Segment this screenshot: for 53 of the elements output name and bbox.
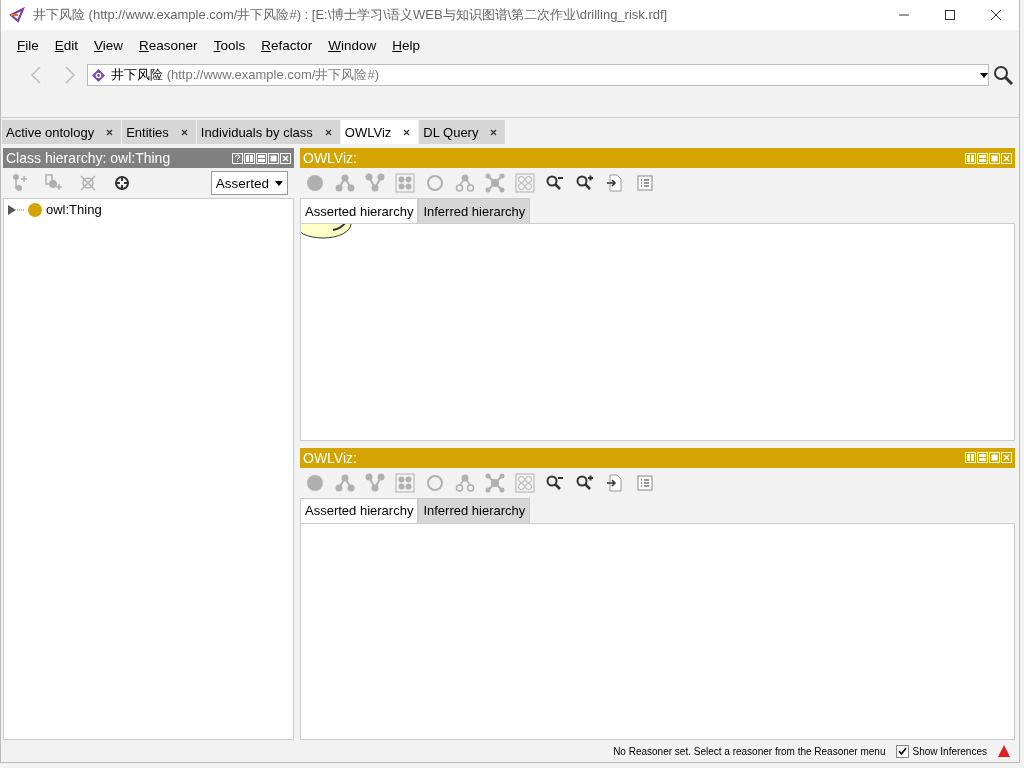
- tab[interactable]: Individuals by class: [196, 120, 341, 144]
- crosshair-icon[interactable]: [112, 173, 132, 193]
- split-horizontal-icon[interactable]: [977, 452, 988, 463]
- tab[interactable]: Inferred hierarchy: [418, 497, 531, 523]
- maximize-icon[interactable]: [945, 10, 955, 20]
- close-icon[interactable]: [180, 128, 188, 136]
- ontology-icon: [92, 68, 105, 82]
- warning-icon: [997, 744, 1011, 758]
- panel-title: OWLViz:: [303, 449, 358, 466]
- panel-title: OWLViz:: [303, 150, 358, 166]
- close-icon[interactable]: [991, 10, 1001, 20]
- menu-item[interactable]: Edit: [46, 37, 87, 53]
- split-vertical-icon[interactable]: [244, 152, 255, 164]
- class-icon: [28, 202, 42, 217]
- split-horizontal-icon[interactable]: [977, 152, 988, 164]
- menu-item[interactable]: File: [9, 37, 47, 53]
- close-icon[interactable]: [324, 128, 332, 136]
- menu-item[interactable]: View: [86, 37, 132, 53]
- menu-item[interactable]: Help: [384, 37, 428, 53]
- tab[interactable]: DL Query: [419, 120, 507, 144]
- close-icon[interactable]: [490, 128, 498, 136]
- status-message: No Reasoner set. Select a reasoner from the Reasoner menu: [613, 745, 886, 757]
- export-icon[interactable]: [605, 472, 625, 493]
- split-vertical-icon[interactable]: [965, 452, 976, 463]
- list-icon[interactable]: [635, 472, 655, 493]
- menu-item[interactable]: Tools: [205, 37, 254, 53]
- view-dropdown[interactable]: Asserted: [210, 171, 288, 195]
- panel-title: Class hierarchy: owl:Thing: [6, 150, 172, 166]
- window-title: 井下风险 (http://www.example.com/井下风险#) : [E:\博士学习\语义WEB与知识图谱\第二次作业\drilling_risk.rdf]: [33, 6, 669, 24]
- help-icon[interactable]: [232, 152, 243, 164]
- menu-item[interactable]: Window: [320, 37, 385, 53]
- tab[interactable]: OWLViz: [340, 120, 420, 144]
- tab[interactable]: Asserted hierarchy: [300, 198, 419, 223]
- tab[interactable]: Asserted hierarchy: [300, 497, 419, 523]
- split-horizontal-icon[interactable]: [256, 152, 267, 164]
- tab[interactable]: Inferred hierarchy: [418, 198, 531, 223]
- app-logo-icon: [9, 7, 25, 23]
- address-field[interactable]: 井下风险 (http://www.example.com/井下风险#): [87, 64, 989, 86]
- expand-arrow-icon[interactable]: [8, 204, 24, 215]
- checkbox-label: Show Inferences: [912, 745, 987, 757]
- tab[interactable]: Entities: [122, 120, 197, 144]
- close-icon[interactable]: [403, 128, 411, 136]
- export-icon[interactable]: [605, 173, 625, 193]
- close-icon[interactable]: [106, 128, 114, 136]
- checkbox[interactable]: [895, 744, 909, 758]
- search-icon[interactable]: [993, 65, 1013, 85]
- menu-item[interactable]: Refactor: [253, 37, 321, 53]
- list-icon[interactable]: [635, 173, 655, 193]
- split-vertical-icon[interactable]: [965, 152, 976, 164]
- tab[interactable]: Active ontology: [2, 120, 123, 144]
- dropdown-caret-icon[interactable]: [980, 72, 988, 78]
- tree-item[interactable]: owl:Thing: [46, 202, 102, 217]
- menu-item[interactable]: Reasoner: [131, 37, 206, 53]
